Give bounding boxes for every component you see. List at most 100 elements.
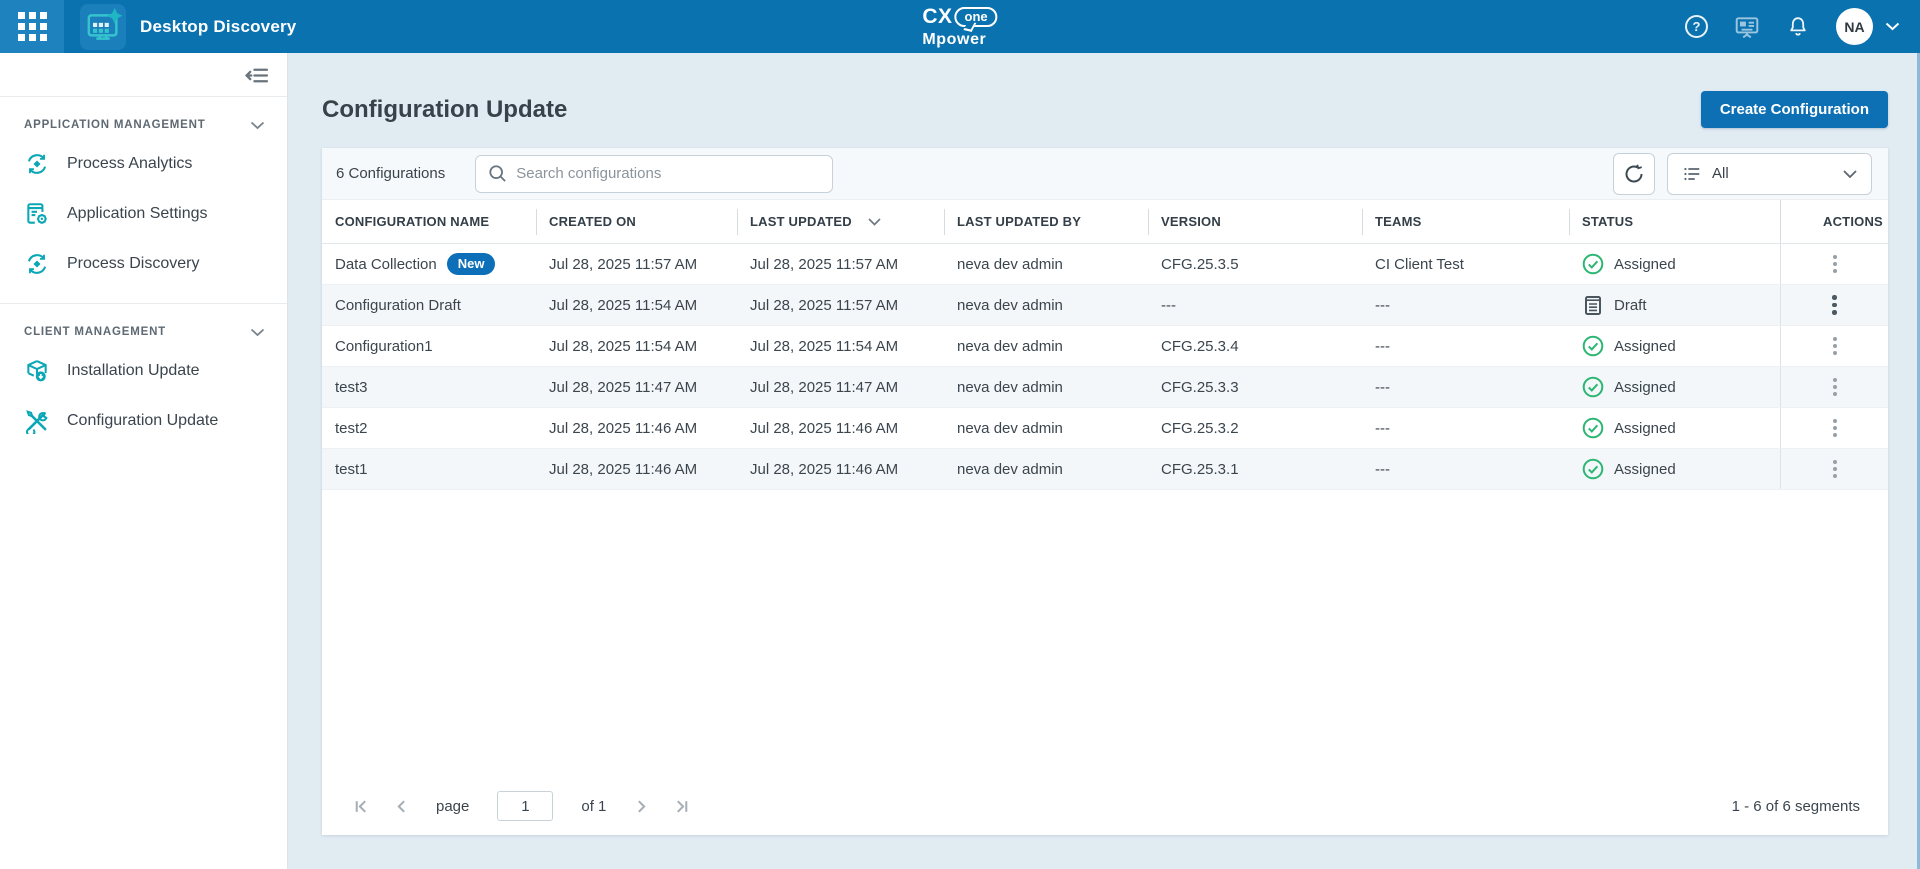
cell-teams: --- [1362,326,1569,366]
cell-status: Assigned [1569,244,1780,284]
status-assigned-icon [1582,335,1604,357]
section-client-management[interactable]: CLIENT MANAGEMENT [0,304,287,346]
configuration-name: test3 [335,379,368,396]
cell-last-updated-by: neva dev admin [944,244,1148,284]
sort-chevron-icon [868,218,881,226]
sidebar-collapse-row [0,53,287,97]
cell-last-updated: Jul 28, 2025 11:46 AM [737,449,944,489]
column-teams[interactable]: TEAMS [1362,200,1569,243]
sidebar: APPLICATION MANAGEMENT Process Analytics… [0,53,288,869]
sidebar-item-process-analytics[interactable]: Process Analytics [0,139,287,189]
table-empty-area [322,490,1888,783]
cell-version: CFG.25.3.5 [1148,244,1362,284]
next-page-icon[interactable] [628,793,654,819]
kebab-menu-icon[interactable] [1823,331,1847,361]
process-discovery-icon [24,251,50,277]
first-page-icon[interactable] [348,793,374,819]
kebab-menu-icon[interactable] [1823,249,1847,279]
column-created-on[interactable]: CREATED ON [536,200,737,243]
status-draft-icon [1582,294,1604,316]
page-label: page [436,798,469,815]
table-row[interactable]: test2 Jul 28, 2025 11:46 AM Jul 28, 2025… [322,408,1888,449]
application-settings-icon [24,201,50,227]
configuration-update-icon [24,408,50,434]
main-content: Configuration Update Create Configuratio… [289,53,1920,869]
section-label: APPLICATION MANAGEMENT [24,119,206,131]
status-assigned-icon [1582,253,1604,275]
logo-mpower-text: Mpower [922,32,997,48]
search-input[interactable] [516,165,820,182]
collapse-sidebar-icon[interactable] [244,63,269,93]
table-row[interactable]: test1 Jul 28, 2025 11:46 AM Jul 28, 2025… [322,449,1888,490]
column-last-updated-by[interactable]: LAST UPDATED BY [944,200,1148,243]
column-configuration-name[interactable]: CONFIGURATION NAME [322,200,536,243]
cell-actions [1780,244,1888,284]
status-label: Assigned [1614,338,1676,355]
avatar[interactable]: NA [1836,8,1873,45]
search-icon [488,164,507,183]
cell-last-updated: Jul 28, 2025 11:57 AM [737,244,944,284]
refresh-icon [1623,163,1645,185]
notifications-bell-icon[interactable] [1786,15,1810,39]
status-label: Assigned [1614,420,1676,437]
cell-teams: --- [1362,449,1569,489]
cell-teams: --- [1362,367,1569,407]
status-assigned-icon [1582,458,1604,480]
sidebar-item-process-discovery[interactable]: Process Discovery [0,239,287,289]
previous-page-icon[interactable] [388,793,414,819]
logo-cx-text: CX [922,6,952,27]
presentation-icon[interactable] [1734,14,1760,40]
chevron-down-icon [250,328,265,337]
create-configuration-button[interactable]: Create Configuration [1701,91,1888,128]
help-icon[interactable]: ? [1685,15,1708,38]
sidebar-item-configuration-update[interactable]: Configuration Update [0,396,287,446]
results-range-label: 1 - 6 of 6 segments [1732,798,1860,815]
cell-version: CFG.25.3.3 [1148,367,1362,407]
table-row[interactable]: Configuration1 Jul 28, 2025 11:54 AM Jul… [322,326,1888,367]
cell-configuration-name: test3 [322,367,536,407]
refresh-button[interactable] [1613,153,1655,195]
cell-version: CFG.25.3.2 [1148,408,1362,448]
kebab-menu-icon[interactable] [1823,372,1847,402]
cell-actions [1780,449,1888,489]
column-version[interactable]: VERSION [1148,200,1362,243]
sidebar-item-installation-update[interactable]: Installation Update [0,346,287,396]
page-title: Configuration Update [322,96,567,124]
app-launcher-button[interactable] [0,0,64,53]
cell-last-updated-by: neva dev admin [944,285,1148,325]
cell-created-on: Jul 28, 2025 11:46 AM [536,449,737,489]
filter-dropdown[interactable]: All [1667,153,1872,195]
configuration-name: test1 [335,461,368,478]
cell-status: Assigned [1569,326,1780,366]
cell-status: Draft [1569,285,1780,325]
cell-configuration-name: Configuration1 [322,326,536,366]
cell-status: Assigned [1569,367,1780,407]
cell-version: CFG.25.3.4 [1148,326,1362,366]
table-row[interactable]: Configuration Draft Jul 28, 2025 11:54 A… [322,285,1888,326]
section-application-management[interactable]: APPLICATION MANAGEMENT [0,97,287,139]
page-number-input[interactable] [497,791,553,821]
sidebar-item-application-settings[interactable]: Application Settings [0,189,287,239]
list-filter-icon [1682,164,1702,184]
column-status[interactable]: STATUS [1569,200,1780,243]
cell-created-on: Jul 28, 2025 11:46 AM [536,408,737,448]
kebab-menu-icon[interactable] [1823,413,1847,443]
kebab-menu-icon[interactable] [1822,289,1847,321]
cell-configuration-name: test1 [322,449,536,489]
cell-actions [1780,326,1888,366]
kebab-menu-icon[interactable] [1823,454,1847,484]
cell-configuration-name: test2 [322,408,536,448]
cell-version: CFG.25.3.1 [1148,449,1362,489]
table-row[interactable]: Data Collection New Jul 28, 2025 11:57 A… [322,244,1888,285]
search-box[interactable] [475,155,833,193]
column-last-updated[interactable]: LAST UPDATED [737,200,944,243]
table-row[interactable]: test3 Jul 28, 2025 11:47 AM Jul 28, 2025… [322,367,1888,408]
sidebar-item-label: Installation Update [67,362,200,380]
column-actions: ACTIONS [1780,200,1888,243]
cell-last-updated-by: neva dev admin [944,449,1148,489]
process-analytics-icon [24,151,50,177]
last-page-icon[interactable] [668,793,694,819]
avatar-chevron-down-icon[interactable] [1885,22,1900,31]
cell-actions [1780,408,1888,448]
topbar-actions: ? NA [1685,8,1920,45]
